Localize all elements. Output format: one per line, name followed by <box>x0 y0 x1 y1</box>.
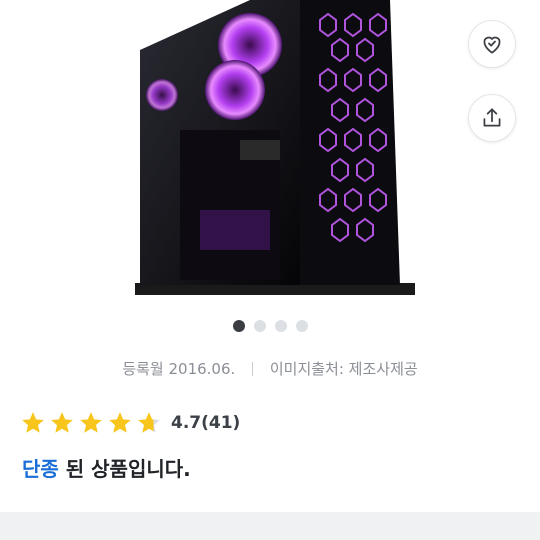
registered-date: 등록월 2016.06. <box>122 360 236 378</box>
status-text: 된 상품입니다. <box>58 457 191 481</box>
section-divider <box>0 512 540 540</box>
product-meta: 등록월 2016.06. 이미지출처: 제조사제공 <box>0 358 540 379</box>
star-full-icon <box>22 412 44 433</box>
share-icon <box>483 108 501 127</box>
carousel-dot[interactable] <box>295 320 308 332</box>
rating-count[interactable]: (41) <box>201 413 240 433</box>
star-full-icon <box>80 412 102 433</box>
product-image <box>135 0 415 295</box>
carousel-dot[interactable] <box>232 320 245 332</box>
product-status: 단종 된 상품입니다. <box>22 453 191 482</box>
meta-divider <box>252 362 254 376</box>
carousel-indicator <box>0 320 540 332</box>
image-source: 이미지출처: 제조사제공 <box>269 360 418 378</box>
share-button[interactable] <box>468 94 516 142</box>
heart-check-icon <box>483 36 501 54</box>
product-rating[interactable]: 4.7 (41) <box>20 410 240 436</box>
star-full-icon <box>51 412 73 433</box>
status-highlight: 단종 <box>22 457 59 481</box>
product-image-area[interactable] <box>0 0 540 310</box>
carousel-dot[interactable] <box>253 320 266 332</box>
star-full-icon <box>109 412 131 433</box>
carousel-dot[interactable] <box>274 320 287 332</box>
rating-value: 4.7 <box>171 413 202 433</box>
wishlist-button[interactable] <box>468 20 516 68</box>
star-half-icon <box>138 412 160 433</box>
